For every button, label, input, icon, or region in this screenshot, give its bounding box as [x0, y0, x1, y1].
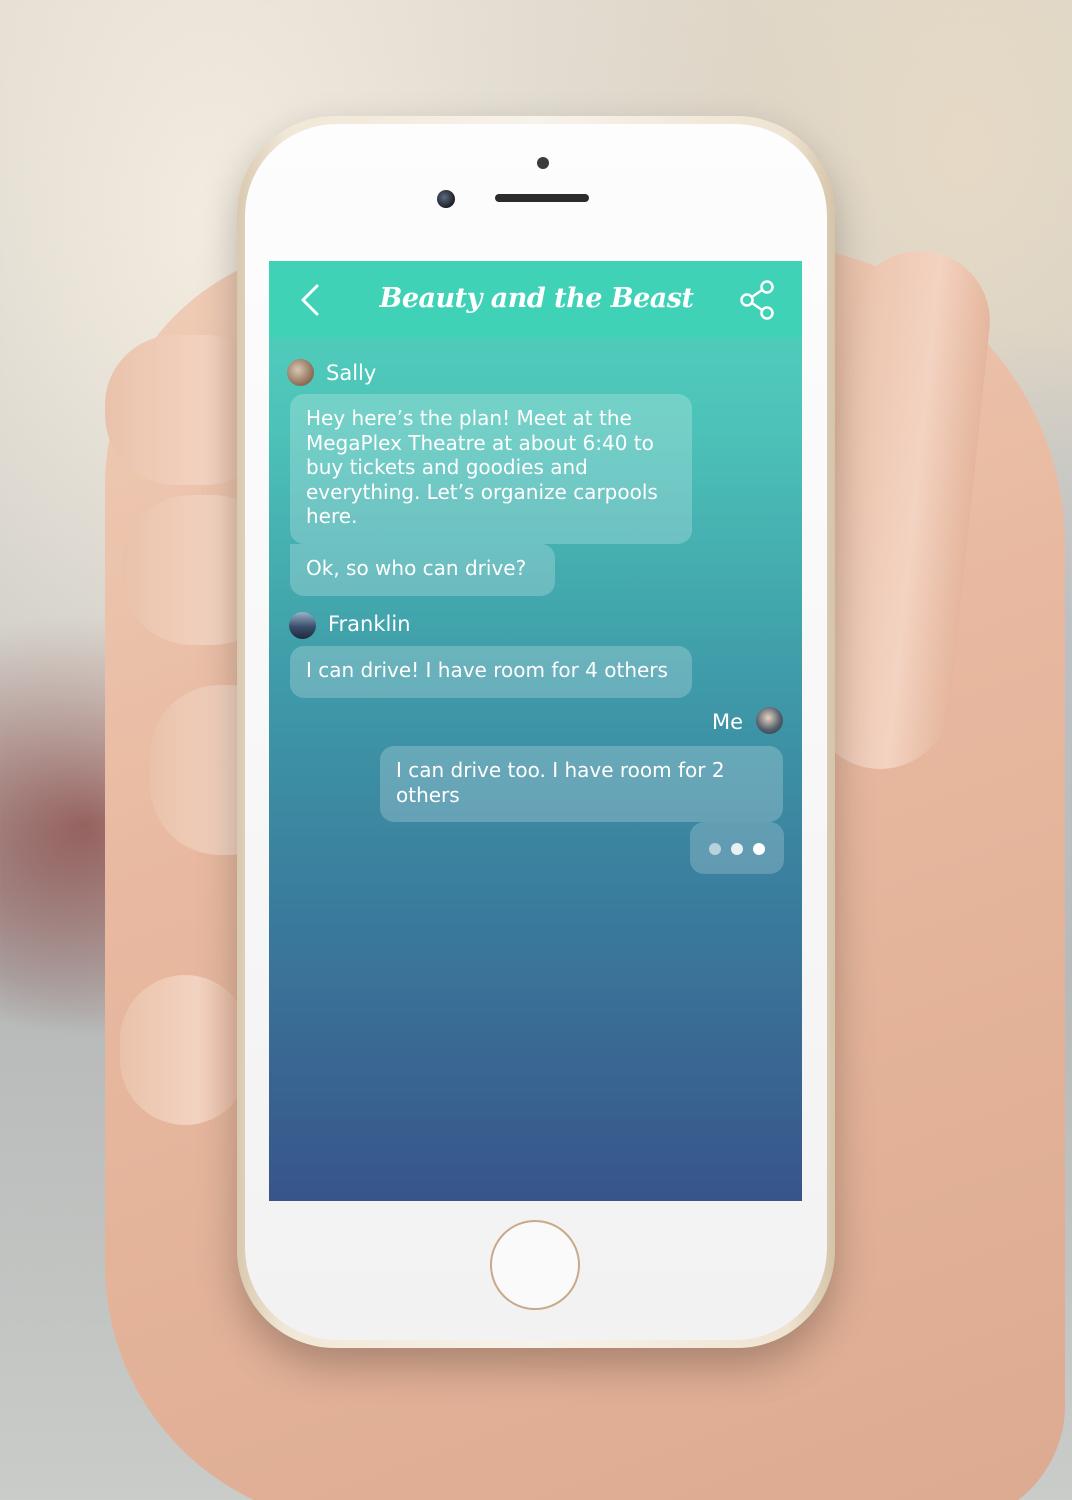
header-bar: Beauty and the Beast: [269, 261, 802, 338]
page-title: Beauty and the Beast: [379, 283, 694, 314]
typing-dot: [709, 843, 721, 855]
message-bubble[interactable]: I can drive too. I have room for 2 other…: [380, 746, 783, 822]
share-icon[interactable]: [739, 280, 777, 320]
photo-scene: Beauty and the Beast Sally Hey here’s th…: [0, 0, 1072, 1500]
message-bubble[interactable]: Ok, so who can drive?: [290, 544, 555, 596]
earpiece-speaker: [495, 194, 589, 202]
sender-name-sally: Sally: [326, 361, 377, 385]
proximity-sensor: [537, 157, 549, 169]
little-finger: [120, 975, 250, 1125]
home-button[interactable]: [490, 1220, 580, 1310]
avatar-me: [756, 707, 783, 734]
message-text: Hey here’s the plan! Meet at the MegaPle…: [306, 406, 658, 528]
message-text: I can drive! I have room for 4 others: [306, 658, 668, 682]
avatar-franklin: [289, 612, 316, 639]
message-bubble[interactable]: Hey here’s the plan! Meet at the MegaPle…: [290, 394, 692, 544]
typing-dot: [731, 843, 743, 855]
typing-dots-icon: [690, 822, 784, 874]
avatar-sally: [287, 359, 314, 386]
typing-dot: [753, 843, 765, 855]
front-camera: [437, 190, 455, 208]
sender-name-franklin: Franklin: [328, 612, 411, 636]
chevron-left-icon[interactable]: [297, 283, 327, 317]
message-text: I can drive too. I have room for 2 other…: [396, 758, 725, 807]
sender-name-me: Me: [712, 710, 744, 734]
message-bubble[interactable]: I can drive! I have room for 4 others: [290, 646, 692, 698]
message-text: Ok, so who can drive?: [306, 556, 527, 580]
chat-screen: Beauty and the Beast Sally Hey here’s th…: [269, 261, 802, 1201]
